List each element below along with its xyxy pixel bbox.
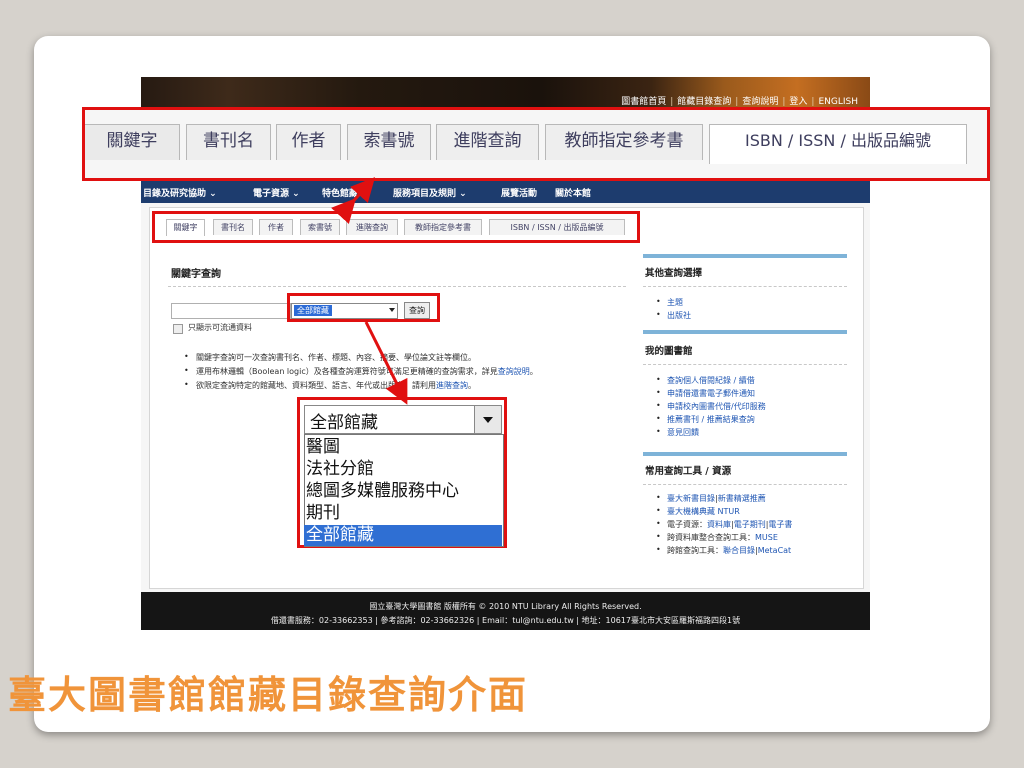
tip-item: 關鍵字查詢可一次查詢書刊名、作者、標題、內容、摘要、學位論文註等欄位。 — [184, 352, 476, 363]
link-english[interactable]: ENGLISH — [816, 97, 860, 107]
tab-title[interactable]: 書刊名 — [186, 124, 271, 160]
circulating-only-checkbox[interactable] — [173, 324, 183, 334]
sidebar-accent — [643, 254, 847, 258]
sidebar-link-metacat[interactable]: MetaCat — [758, 546, 792, 555]
sidebar-link-featured-books[interactable]: 新書精選推薦 — [718, 494, 766, 503]
tab-isbn[interactable]: ISBN / ISSN / 出版品編號 — [709, 124, 967, 164]
sidebar-link-subject[interactable]: 主題 — [656, 297, 683, 308]
nav-special-collections[interactable]: 特色館藏 ⌄ — [322, 186, 369, 199]
footer-copyright: 國立臺灣大學圖書館 版權所有 © 2010 NTU Library All Ri… — [369, 602, 642, 611]
tip-item: 欲限定查詢特定的館藏地、資料類型、語言、年代或出版者，請利用進階查詢。 — [184, 380, 476, 391]
search-help-link[interactable]: 查詢說明 — [498, 367, 530, 376]
sidebar-link-recommend[interactable]: 推薦書刊 / 推薦結果查詢 — [656, 414, 755, 425]
keyword-input[interactable] — [171, 303, 291, 319]
advanced-search-link[interactable]: 進階查詢 — [436, 381, 468, 390]
link-catalog-search[interactable]: 館藏目錄查詢 — [675, 97, 733, 107]
link-login[interactable]: 登入 — [787, 97, 809, 107]
tab-author[interactable]: 作者 — [276, 124, 341, 160]
dropdown-option[interactable]: 期刊 — [304, 503, 502, 524]
sidebar-link-feedback[interactable]: 意見回饋 — [656, 427, 699, 438]
chevron-down-icon[interactable] — [474, 406, 501, 433]
sidebar-link-borrow-record[interactable]: 查詢個人借閱紀錄 / 續借 — [656, 375, 755, 386]
main-nav: 目錄及研究協助 ⌄ 電子資源 ⌄ 特色館藏 ⌄ 服務項目及規則 ⌄ 展覽活動 關… — [141, 181, 870, 203]
small-tabs-callout — [152, 211, 640, 243]
sidebar-link-publisher[interactable]: 出版社 — [656, 310, 691, 321]
dropdown-option[interactable]: 醫圖 — [304, 437, 502, 458]
sidebar-tool-item: 臺大新書目錄|新書精選推薦 — [656, 493, 766, 504]
sidebar-link-ebooks[interactable]: 電子書 — [768, 520, 792, 529]
tip-item: 運用布林邏輯（Boolean logic）及各種查詢運算符號可滿足更精確的查詢需… — [184, 366, 538, 377]
sidebar-link-email-notice[interactable]: 申請借還書電子郵件通知 — [656, 388, 755, 399]
search-title: 關鍵字查詢 — [171, 269, 221, 280]
footer-contact: 借還書服務：02-33662353 | 參考諮詢：02-33662326 | E… — [270, 616, 741, 625]
nav-exhibitions[interactable]: 展覽活動 — [501, 186, 537, 199]
dropdown-zoom-callout: 全部館藏 醫圖 法社分館 總圖多媒體服務中心 期刊 全部館藏 — [297, 397, 507, 548]
select-callout — [287, 293, 440, 322]
nav-research-help[interactable]: 目錄及研究協助 ⌄ — [143, 186, 217, 199]
nav-about[interactable]: 關於本館 — [555, 186, 591, 199]
tab-advanced[interactable]: 進階查詢 — [436, 124, 539, 160]
nav-e-resources[interactable]: 電子資源 ⌄ — [253, 186, 300, 199]
header-links: 圖書館首頁 | 館藏目錄查詢 | 查詢說明 | 登入 | ENGLISH — [619, 97, 860, 107]
dropdown-selected-value: 全部館藏 — [310, 413, 378, 433]
sidebar-accent — [643, 452, 847, 456]
sidebar-link-union-catalog[interactable]: 聯合目錄 — [723, 546, 755, 555]
divider — [643, 484, 847, 485]
sidebar-link-ntur[interactable]: 臺大機構典藏 NTUR — [667, 507, 740, 516]
divider — [168, 286, 626, 287]
checkbox-label: 只顯示可流通資料 — [188, 323, 252, 332]
sidebar-title-other: 其他查詢選擇 — [645, 268, 703, 279]
sidebar-tool-item: 臺大機構典藏 NTUR — [656, 506, 740, 517]
tab-keyword[interactable]: 關鍵字 — [85, 124, 180, 160]
sidebar-tool-item: 跨館查詢工具：聯合目錄|MetaCat — [656, 545, 792, 556]
sidebar-title-tools: 常用查詢工具 / 資源 — [645, 466, 732, 477]
slide-title: 臺大圖書館館藏目錄查詢介面 — [8, 673, 529, 717]
nav-services[interactable]: 服務項目及規則 ⌄ — [393, 186, 467, 199]
dropdown-option[interactable]: 法社分館 — [304, 459, 502, 480]
dropdown-option[interactable]: 總圖多媒體服務中心 — [304, 481, 502, 502]
link-search-help[interactable]: 查詢說明 — [740, 97, 780, 107]
divider — [643, 364, 847, 365]
link-library-home[interactable]: 圖書館首頁 — [619, 97, 668, 107]
sidebar-title-mylib: 我的圖書館 — [645, 346, 693, 357]
sidebar-link-databases[interactable]: 資料庫 — [707, 520, 731, 529]
tab-course-reserves[interactable]: 教師指定參考書 — [545, 124, 703, 160]
dropdown-option-selected[interactable]: 全部館藏 — [304, 525, 502, 546]
sidebar-link-new-books[interactable]: 臺大新書目錄 — [667, 494, 715, 503]
footer: 國立臺灣大學圖書館 版權所有 © 2010 NTU Library All Ri… — [141, 592, 870, 630]
sidebar-tool-item: 跨資料庫整合查詢工具：MUSE — [656, 532, 778, 543]
sidebar-link-proxy-service[interactable]: 申請校內圖書代借/代印服務 — [656, 401, 766, 412]
header-banner: 圖書館首頁 | 館藏目錄查詢 | 查詢說明 | 登入 | ENGLISH — [141, 77, 870, 107]
sidebar-link-muse[interactable]: MUSE — [755, 533, 778, 542]
sidebar-tool-item: 電子資源：資料庫|電子期刊|電子書 — [656, 519, 792, 530]
library-dropdown[interactable]: 全部館藏 — [304, 405, 502, 434]
tab-call-number[interactable]: 索書號 — [347, 124, 431, 160]
sidebar-accent — [643, 330, 847, 334]
divider — [643, 286, 847, 287]
sidebar-link-ejournals[interactable]: 電子期刊 — [734, 520, 766, 529]
